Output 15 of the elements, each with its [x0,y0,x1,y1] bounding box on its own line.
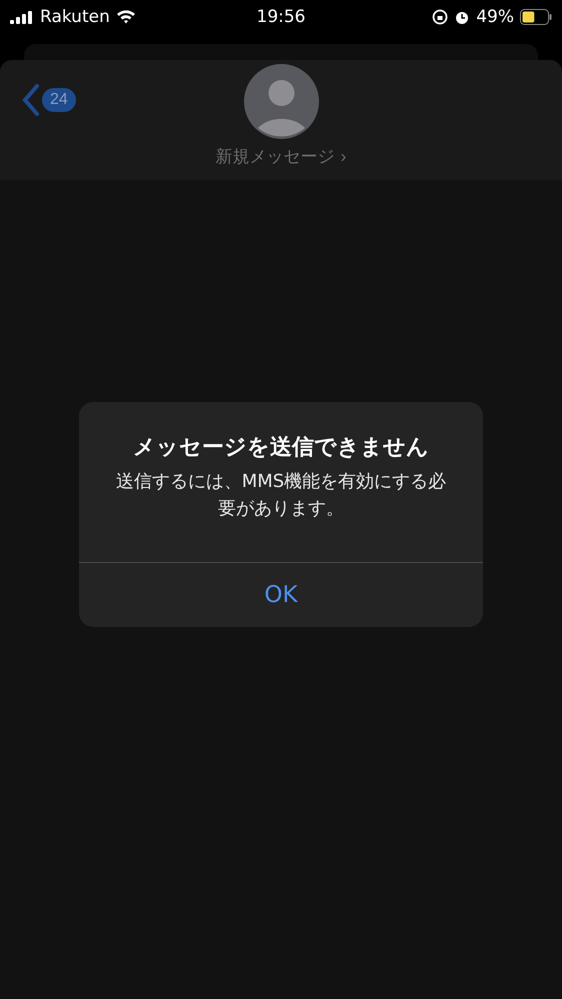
ok-button[interactable]: OK [79,563,483,627]
alert-message: 送信するには、MMS機能を有効にする必要があります。 [114,470,448,521]
wifi-icon [116,9,136,24]
signal-icon [10,10,34,24]
clock-time: 19:56 [256,6,306,26]
carrier-name: Rakuten [40,6,110,26]
rotation-lock-icon [432,8,448,24]
back-chevron-icon [22,84,40,116]
alert-title: メッセージを送信できません [133,434,429,462]
battery-percent: 49% [476,6,514,26]
avatar-icon [244,64,318,139]
contact-button[interactable]: 新規メッセージ › [216,145,346,168]
unread-count-badge: 24 [42,88,76,112]
battery-icon [520,8,552,24]
back-button[interactable]: 24 [22,84,76,116]
